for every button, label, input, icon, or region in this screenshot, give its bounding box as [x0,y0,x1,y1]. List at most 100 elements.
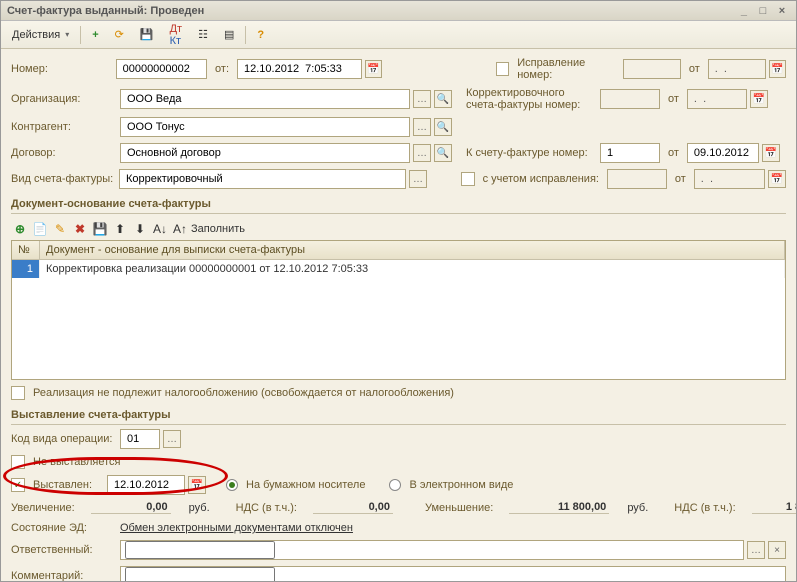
decrease-label: Уменьшение: [425,502,493,514]
issued-date-input[interactable] [112,478,180,492]
correcting-label: Корректировочного счета-фактуры номер: [466,87,596,111]
from-label-4: от [668,147,679,159]
with-correction-date-input[interactable] [699,172,760,186]
tax-exempt-label: Реализация не подлежит налогообложению (… [33,387,454,399]
dt-kt-icon[interactable]: ДтКт [163,20,190,50]
calendar-icon-3[interactable]: 📅 [750,90,768,108]
grid-add-icon[interactable]: ⊕ [11,220,29,238]
ed-state-value[interactable]: Обмен электронными документами отключен [120,522,353,534]
org-label: Организация: [11,93,116,105]
electronic-radio[interactable] [389,479,401,491]
grid-col-num: № [12,241,40,259]
table-row[interactable]: 1 Корректировка реализации 00000000001 о… [12,260,785,278]
with-correction-num-input[interactable] [612,172,662,186]
from-label-5: от [675,173,686,185]
from-label-3: от [668,93,679,105]
grid-moveup-icon[interactable]: ⬆ [111,220,129,238]
clear-icon[interactable]: × [768,541,786,559]
contractor-label: Контрагент: [11,121,116,133]
select-icon-5[interactable]: … [163,430,181,448]
calendar-icon-2[interactable]: 📅 [769,60,786,78]
grid-delete-icon[interactable]: ✖ [71,220,89,238]
grid-col-doc: Документ - основание для выписки счета-ф… [40,241,785,259]
op-code-input[interactable] [125,432,155,446]
org-input[interactable] [125,92,405,106]
responsible-input[interactable] [125,541,275,559]
grid-fill-menu[interactable]: Заполнить [191,223,245,235]
issued-checkbox[interactable]: ✓ [11,478,25,492]
structure-icon[interactable]: ☷ [191,25,215,44]
date-input[interactable] [242,62,357,76]
select-icon-3[interactable]: … [413,144,431,162]
add-icon[interactable]: + [85,26,105,44]
basis-grid[interactable]: № Документ - основание для выписки счета… [11,240,786,380]
to-invoice-label: К счету-фактуре номер: [466,147,596,159]
comment-input[interactable] [125,567,275,582]
increase-value: 0,00 [91,501,171,514]
main-toolbar: Действия + ⟳ 💾 ДтКт ☷ ▤ ? [1,21,796,49]
grid-save-icon[interactable]: 💾 [91,220,109,238]
grid-edit-icon[interactable]: ✎ [51,220,69,238]
title-bar: Счет-фактура выданный: Проведен _ □ × [1,1,796,21]
select-icon-6[interactable]: … [747,541,765,559]
paper-label: На бумажном носителе [246,479,365,491]
grid-copy-icon[interactable]: 📄 [31,220,49,238]
select-icon-4[interactable]: … [409,170,427,188]
correcting-date-input[interactable] [692,92,742,106]
section-issue-header: Выставление счета-фактуры [11,406,786,425]
grid-cell-num: 1 [12,260,40,278]
grid-cell-doc: Корректировка реализации 00000000001 от … [40,260,785,278]
minimize-icon[interactable]: _ [736,1,752,21]
vat-inc-decrease-value: 1 800,00 [752,501,797,514]
number-label: Номер: [11,63,112,75]
open-icon[interactable]: 🔍 [434,90,452,108]
calendar-icon-6[interactable]: 📅 [188,476,206,494]
maximize-icon[interactable]: □ [755,1,771,21]
rub-1: руб. [189,502,210,514]
close-icon[interactable]: × [774,1,790,21]
number-input[interactable] [121,62,202,76]
grid-sortdesc-icon[interactable]: A↑ [171,220,189,238]
vat-inc-increase-value: 0,00 [313,501,393,514]
vat-inc-label-2: НДС (в т.ч.): [674,502,735,514]
actions-menu[interactable]: Действия [5,26,76,44]
calendar-icon[interactable]: 📅 [365,60,382,78]
invoice-type-label: Вид счета-фактуры: [11,173,115,185]
not-issued-label: Не выставляется [33,456,121,468]
to-invoice-num-input[interactable] [605,146,655,160]
grid-sortasc-icon[interactable]: A↓ [151,220,169,238]
invoice-type-input[interactable] [124,172,401,186]
correction-date-input[interactable] [713,62,761,76]
correction-checkbox[interactable] [496,62,510,76]
with-correction-label: с учетом исправления: [483,173,604,185]
electronic-label: В электронном виде [409,479,513,491]
comment-label: Комментарий: [11,570,116,582]
open-icon-2[interactable]: 🔍 [434,118,452,136]
correction-num-input[interactable] [628,62,676,76]
to-invoice-date-input[interactable] [692,146,754,160]
contractor-input[interactable] [125,120,405,134]
correction-label: Исправление номер: [517,57,619,81]
correcting-num-input[interactable] [605,92,655,106]
contract-label: Договор: [11,147,116,159]
decrease-value: 11 800,00 [509,501,609,514]
select-icon-2[interactable]: … [413,118,431,136]
grid-movedown-icon[interactable]: ⬇ [131,220,149,238]
vat-inc-label-1: НДС (в т.ч.): [236,502,297,514]
post-icon[interactable]: ⟳ [108,25,131,44]
open-icon-3[interactable]: 🔍 [434,144,452,162]
paper-radio[interactable] [226,479,238,491]
tax-exempt-checkbox[interactable] [11,386,25,400]
help-icon[interactable]: ? [250,26,271,44]
increase-label: Увеличение: [11,502,75,514]
contract-input[interactable] [125,146,405,160]
calendar-icon-4[interactable]: 📅 [762,144,780,162]
section-basis-header: Документ-основание счета-фактуры [11,195,786,214]
select-icon[interactable]: … [413,90,431,108]
save-icon[interactable]: 💾 [133,25,161,44]
issued-label: Выставлен: [33,479,103,491]
with-correction-checkbox[interactable] [461,172,475,186]
report-icon[interactable]: ▤ [217,25,241,44]
calendar-icon-5[interactable]: 📅 [768,170,786,188]
not-issued-checkbox[interactable] [11,455,25,469]
